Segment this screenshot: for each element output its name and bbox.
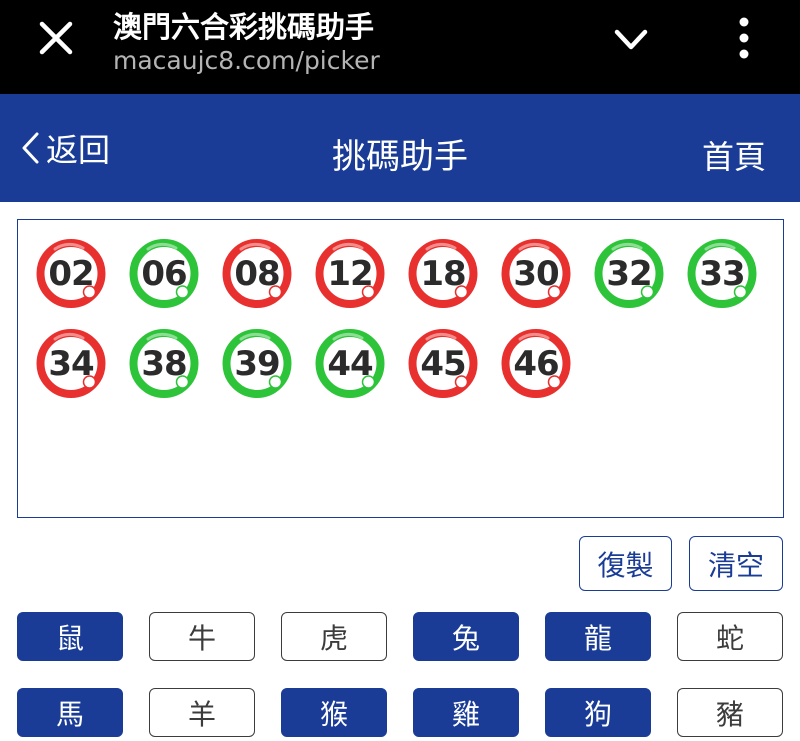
ball-number: 18 [420,253,466,294]
app-header: 返回 挑碼助手 首頁 [0,94,800,202]
ball-number: 30 [513,253,559,294]
number-ball[interactable]: 39 [221,327,293,400]
number-ball[interactable]: 32 [593,237,665,310]
browser-url[interactable]: macaujc8.com/picker [113,46,380,75]
number-ball[interactable]: 44 [314,327,386,400]
ball-number: 12 [327,253,373,294]
zodiac-button[interactable]: 馬 [17,688,123,737]
ball-number: 44 [327,343,373,384]
more-vert-icon[interactable] [726,14,762,62]
number-ball[interactable]: 38 [128,327,200,400]
zodiac-button[interactable]: 雞 [413,688,519,737]
zodiac-button[interactable]: 虎 [281,612,387,661]
zodiac-button[interactable]: 猴 [281,688,387,737]
number-ball[interactable]: 18 [407,237,479,310]
ball-number: 33 [699,253,745,294]
ball-number: 06 [141,253,187,294]
number-ball-list: 02 06 08 12 18 30 32 33 34 38 39 44 45 46 [35,237,775,400]
ball-number: 32 [606,253,652,294]
selected-numbers-panel: 02 06 08 12 18 30 32 33 34 38 39 44 45 46 [17,219,784,518]
number-ball[interactable]: 02 [35,237,107,310]
close-icon[interactable] [32,14,80,62]
number-ball[interactable]: 33 [686,237,758,310]
zodiac-button[interactable]: 蛇 [677,612,783,661]
clear-button[interactable]: 清空 [689,536,783,591]
browser-page-title: 澳門六合彩挑碼助手 [113,10,375,44]
ball-number: 02 [48,253,94,294]
number-ball[interactable]: 06 [128,237,200,310]
number-ball[interactable]: 45 [407,327,479,400]
home-link[interactable]: 首頁 [702,132,766,178]
copy-button[interactable]: 復製 [579,536,672,591]
zodiac-button[interactable]: 豬 [677,688,783,737]
ball-number: 46 [513,343,559,384]
zodiac-button[interactable]: 龍 [545,612,651,661]
number-ball[interactable]: 30 [500,237,572,310]
page-title: 挑碼助手 [332,137,468,177]
ball-number: 45 [420,343,466,384]
zodiac-button[interactable]: 牛 [149,612,255,661]
ball-number: 38 [141,343,187,384]
zodiac-selector: 鼠牛虎兔龍蛇馬羊猴雞狗豬 [17,612,783,737]
number-ball[interactable]: 34 [35,327,107,400]
zodiac-button[interactable]: 鼠 [17,612,123,661]
browser-toolbar: 澳門六合彩挑碼助手 macaujc8.com/picker [0,0,800,94]
number-ball[interactable]: 12 [314,237,386,310]
chevron-down-icon[interactable] [606,18,656,62]
zodiac-button[interactable]: 狗 [545,688,651,737]
ball-number: 39 [234,343,280,384]
zodiac-button[interactable]: 羊 [149,688,255,737]
number-ball[interactable]: 46 [500,327,572,400]
ball-number: 34 [48,343,94,384]
zodiac-button[interactable]: 兔 [413,612,519,661]
number-ball[interactable]: 08 [221,237,293,310]
ball-number: 08 [234,253,280,294]
